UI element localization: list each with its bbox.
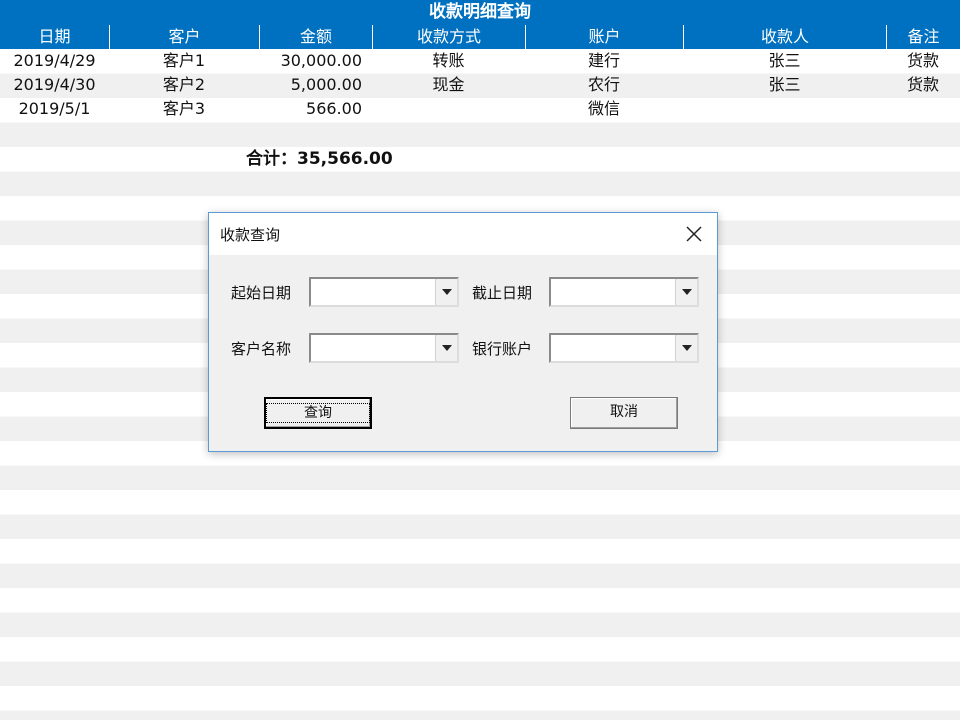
cell-date[interactable]: 2019/5/1 (0, 97, 109, 121)
header-method[interactable]: 收款方式 (372, 25, 525, 49)
cell-note[interactable]: 货款 (886, 73, 960, 97)
chevron-down-icon[interactable] (675, 335, 697, 361)
header-account[interactable]: 账户 (525, 25, 683, 49)
start-date-label: 起始日期 (231, 284, 292, 302)
query-button-label: 查询 (266, 403, 370, 423)
dialog-title-bar: 收款查询 (209, 213, 717, 255)
cell-date[interactable]: 2019/4/29 (0, 49, 109, 73)
bank-account-label: 银行账户 (472, 340, 533, 358)
header-customer[interactable]: 客户 (109, 25, 259, 49)
bank-account-combo[interactable] (549, 333, 699, 363)
chevron-down-icon[interactable] (675, 279, 697, 305)
cell-method[interactable]: 转账 (372, 49, 525, 73)
cell-customer[interactable]: 客户1 (109, 49, 259, 73)
cell-payee[interactable] (683, 97, 886, 121)
customer-combo[interactable] (309, 333, 459, 363)
cell-account[interactable]: 建行 (525, 49, 683, 73)
end-date-combo[interactable] (549, 277, 699, 307)
cell-amount[interactable]: 30,000.00 (259, 49, 372, 73)
cell-customer[interactable]: 客户2 (109, 73, 259, 97)
cell-date[interactable]: 2019/4/30 (0, 73, 109, 97)
cell-amount[interactable]: 566.00 (259, 97, 372, 121)
chevron-down-icon[interactable] (435, 335, 457, 361)
end-date-label: 截止日期 (472, 284, 533, 302)
customer-label: 客户名称 (231, 340, 292, 358)
header-note[interactable]: 备注 (886, 25, 960, 49)
header-date[interactable]: 日期 (0, 25, 109, 49)
table-row[interactable]: 2019/5/1 客户3 566.00 微信 (0, 97, 960, 121)
cell-amount[interactable]: 5,000.00 (259, 73, 372, 97)
cell-account[interactable]: 农行 (525, 73, 683, 97)
cell-note[interactable] (886, 97, 960, 121)
total-summary: 合计：35,566.00 (246, 147, 393, 171)
cancel-button[interactable]: 取消 (570, 397, 678, 429)
query-button[interactable]: 查询 (264, 397, 372, 429)
header-amount[interactable]: 金额 (259, 25, 372, 49)
table-header: 日期 客户 金额 收款方式 账户 收款人 备注 (0, 25, 960, 49)
cell-note[interactable]: 货款 (886, 49, 960, 73)
table-row[interactable]: 2019/4/30 客户2 5,000.00 现金 农行 张三 货款 (0, 73, 960, 97)
header-payee[interactable]: 收款人 (683, 25, 886, 49)
close-icon[interactable] (679, 219, 709, 249)
total-value: 35,566.00 (297, 149, 393, 169)
sheet-title: 收款明细查询 (0, 0, 960, 25)
cell-customer[interactable]: 客户3 (109, 97, 259, 121)
spreadsheet: 收款明细查询 日期 客户 金额 收款方式 账户 收款人 备注 2019/4/29… (0, 0, 960, 121)
cell-payee[interactable]: 张三 (683, 49, 886, 73)
start-date-combo[interactable] (309, 277, 459, 307)
query-dialog: 收款查询 起始日期 截止日期 客户名称 银行账户 查询 取消 (208, 212, 718, 452)
cell-account[interactable]: 微信 (525, 97, 683, 121)
dialog-title: 收款查询 (220, 226, 281, 244)
chevron-down-icon[interactable] (435, 279, 457, 305)
cell-method[interactable]: 现金 (372, 73, 525, 97)
cell-method[interactable] (372, 97, 525, 121)
total-label: 合计： (246, 149, 297, 169)
cancel-button-label: 取消 (610, 404, 638, 420)
cell-payee[interactable]: 张三 (683, 73, 886, 97)
table-row[interactable]: 2019/4/29 客户1 30,000.00 转账 建行 张三 货款 (0, 49, 960, 73)
